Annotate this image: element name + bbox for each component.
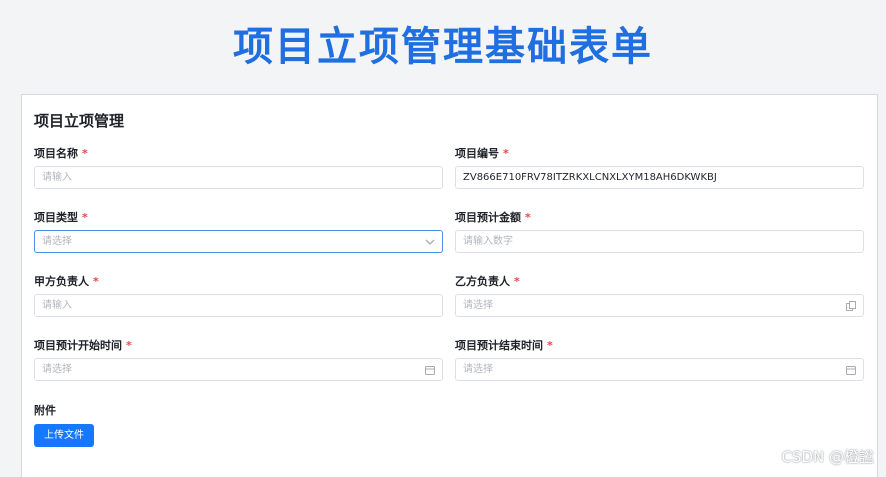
upload-file-button[interactable]: 上传文件 — [34, 424, 94, 447]
end-date-label: 项目预计结束时间 * — [455, 339, 553, 352]
estimated-amount-input[interactable]: 请输入数字 — [455, 230, 864, 253]
chevron-down-icon — [425, 239, 435, 245]
form-title: 项目立项管理 — [34, 112, 125, 130]
form-card: 项目立项管理 项目名称 * 请输入 项目编号 * ZV866E710FRV78ITZ… — [21, 94, 878, 477]
party-b-owner-select[interactable]: 请选择 — [455, 294, 864, 317]
copy-icon[interactable] — [845, 300, 857, 312]
project-type-select[interactable]: 请选择 — [34, 230, 443, 253]
calendar-icon — [846, 366, 856, 375]
project-code-input[interactable]: ZV866E710FRV78ITZRKXLCNXLXYM18AH6DKWKBJ — [455, 166, 864, 189]
estimated-amount-label: 项目预计金额 * — [455, 211, 531, 224]
project-name-label: 项目名称 * — [34, 147, 88, 160]
project-name-input[interactable]: 请输入 — [34, 166, 443, 189]
start-date-label: 项目预计开始时间 * — [34, 339, 132, 352]
attachment-label: 附件 — [34, 404, 56, 417]
party-b-owner-label: 乙方负责人 * — [455, 275, 520, 288]
project-code-label: 项目编号 * — [455, 147, 509, 160]
watermark: CSDN @橙諡 — [781, 448, 874, 466]
party-a-owner-label: 甲方负责人 * — [34, 275, 99, 288]
start-date-picker[interactable]: 请选择 — [34, 358, 443, 381]
calendar-icon — [425, 366, 435, 375]
banner-title: 项目立项管理基础表单 — [233, 24, 653, 70]
party-a-owner-input[interactable]: 请输入 — [34, 294, 443, 317]
project-type-label: 项目类型 * — [34, 211, 88, 224]
end-date-picker[interactable]: 请选择 — [455, 358, 864, 381]
